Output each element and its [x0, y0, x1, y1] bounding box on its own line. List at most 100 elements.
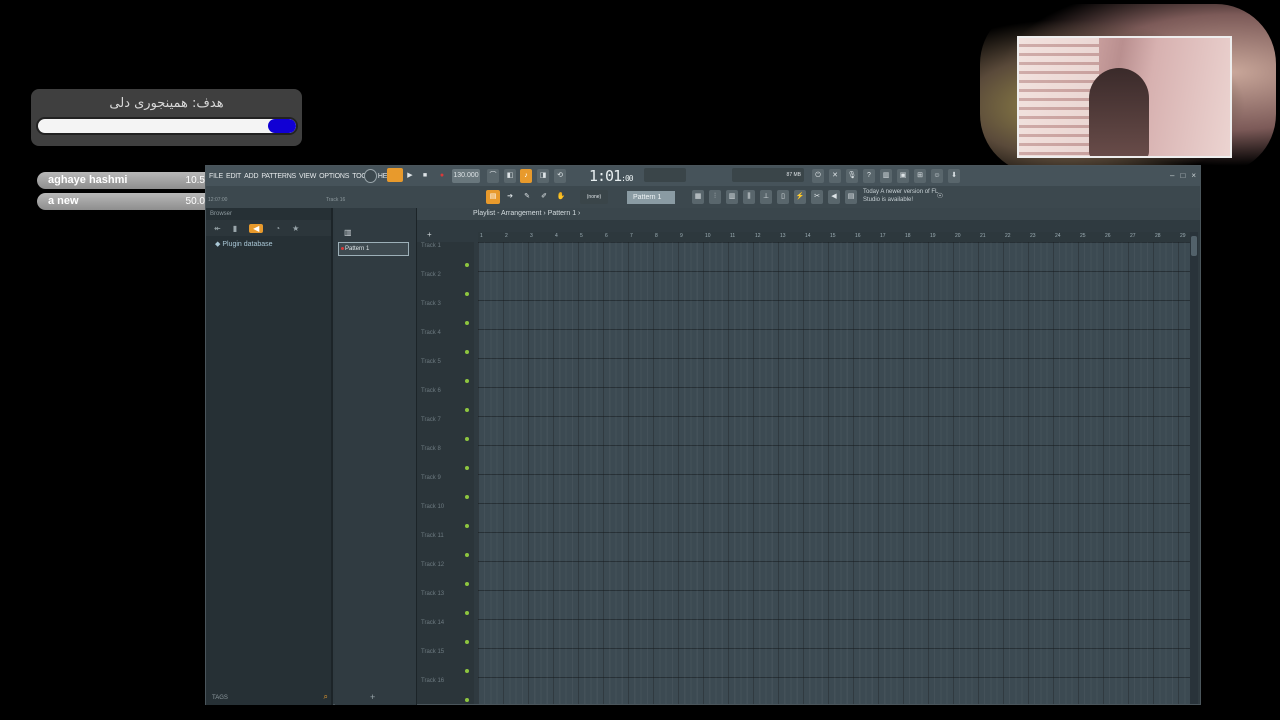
track-label[interactable]: Track 14 [421, 620, 444, 626]
clock-icon[interactable]: ◔ [275, 224, 280, 233]
pattern-list-item[interactable]: Pattern 1 [338, 242, 409, 256]
stamp-icon[interactable]: ✋ [554, 190, 568, 204]
track-label[interactable]: Track 12 [421, 562, 444, 568]
ruler-bar-number: 20 [955, 233, 961, 239]
pattern-selector[interactable]: Pattern 1 [627, 191, 675, 204]
record-icon[interactable]: ● [437, 169, 447, 183]
online-icon[interactable]: ⏻ [812, 169, 824, 183]
track-label[interactable]: Track 8 [421, 446, 441, 452]
menu-file[interactable]: FILE [209, 173, 223, 180]
chat-icon[interactable]: ☺ [931, 169, 943, 183]
sliders-icon[interactable]: ⫼ [743, 190, 755, 204]
ruler-bar-number: 6 [605, 233, 608, 239]
track-label[interactable]: Track 5 [421, 359, 441, 365]
render-icon[interactable]: ▤ [845, 190, 857, 204]
eq-icon[interactable]: ⊥ [760, 190, 772, 204]
track-mute-led[interactable] [465, 263, 469, 267]
news-icon[interactable]: ☉ [934, 190, 946, 204]
track-label[interactable]: Track 1 [421, 243, 441, 249]
track-label[interactable]: Track 4 [421, 330, 441, 336]
plug-icon[interactable]: ⚡ [794, 190, 806, 204]
back-icon[interactable]: ↞ [214, 224, 221, 233]
speaker-icon[interactable]: ◀ [828, 190, 840, 204]
pencil-icon[interactable]: ✐ [537, 190, 551, 204]
play-icon[interactable]: ▶ [405, 169, 415, 183]
donor-row: aghaye hashmi 10.5 [37, 172, 205, 189]
track-label[interactable]: Track 9 [421, 475, 441, 481]
add-track-icon[interactable]: + [427, 230, 432, 239]
track-mute-led[interactable] [465, 495, 469, 499]
track-mute-led[interactable] [465, 698, 469, 702]
track-mute-led[interactable] [465, 321, 469, 325]
track-label[interactable]: Track 6 [421, 388, 441, 394]
fl-logo-icon[interactable]: ✕ [829, 169, 841, 183]
track-label[interactable]: Track 2 [421, 272, 441, 278]
hint-panel [644, 168, 686, 182]
star-icon[interactable]: ★ [292, 224, 299, 233]
view-icon[interactable]: ▦ [692, 190, 704, 204]
track-label[interactable]: Track 15 [421, 649, 444, 655]
track-mute-led[interactable] [465, 408, 469, 412]
wait-input-icon[interactable]: ◧ [504, 169, 516, 183]
menu-options[interactable]: OPTIONS [319, 173, 349, 180]
browser-item-plugin-database[interactable]: ◆ Plugin database [215, 240, 331, 248]
cut-icon[interactable]: ✂ [811, 190, 823, 204]
track-label[interactable]: Track 7 [421, 417, 441, 423]
track-mute-led[interactable] [465, 292, 469, 296]
stop-icon[interactable]: ■ [420, 169, 430, 183]
track-label[interactable]: Track 3 [421, 301, 441, 307]
track-label[interactable]: Track 13 [421, 591, 444, 597]
track-mute-led[interactable] [465, 611, 469, 615]
close-icon[interactable]: × [1191, 171, 1196, 180]
channel-rack-icon[interactable]: ▥ [726, 190, 738, 204]
help-icon[interactable]: ? [863, 169, 875, 183]
track-mute-led[interactable] [465, 466, 469, 470]
search-icon[interactable]: ⌕ [324, 692, 328, 702]
arrow-right-icon[interactable]: ➔ [503, 190, 517, 204]
menu-patterns[interactable]: PATTERNS [261, 173, 296, 180]
piano-icon[interactable]: ▥ [880, 169, 892, 183]
countdown-icon[interactable]: ♪ [520, 169, 532, 183]
mic-icon[interactable]: 🎙 [846, 169, 858, 183]
news-panel[interactable]: Today A newer version of FL Studio is av… [863, 188, 941, 204]
picker-icon[interactable]: ▥ [344, 228, 352, 237]
brush-icon[interactable]: ✎ [520, 190, 534, 204]
snap-selector[interactable]: (none) [580, 190, 608, 204]
download-icon[interactable]: ⬇ [948, 169, 960, 183]
track-label[interactable]: Track 11 [421, 533, 444, 539]
tags-label[interactable]: TAGS [212, 695, 228, 701]
master-volume-knob[interactable] [364, 169, 377, 183]
track-mute-led[interactable] [465, 379, 469, 383]
track-mute-led[interactable] [465, 524, 469, 528]
folder-icon[interactable]: ▮ [233, 224, 237, 233]
track-mute-led[interactable] [465, 553, 469, 557]
menu-view[interactable]: VIEW [299, 173, 316, 180]
loop-record-icon[interactable]: ⟲ [554, 169, 566, 183]
step-edit-icon[interactable]: ◨ [537, 169, 549, 183]
add-pattern-icon[interactable]: + [370, 692, 375, 702]
playlist-icon[interactable]: ▤ [486, 190, 500, 204]
pattern-song-toggle[interactable] [387, 168, 403, 182]
menu-add[interactable]: ADD [244, 173, 258, 180]
track-mute-led[interactable] [465, 350, 469, 354]
track-label[interactable]: Track 16 [421, 678, 444, 684]
maximize-icon[interactable]: □ [1180, 171, 1185, 180]
save-icon[interactable]: ▣ [897, 169, 909, 183]
track-mute-led[interactable] [465, 669, 469, 673]
track-mute-led[interactable] [465, 582, 469, 586]
menu-edit[interactable]: EDIT [226, 173, 241, 180]
tempo-display[interactable]: 130.000 [452, 169, 480, 183]
metronome-icon[interactable]: ⌒ [487, 169, 499, 183]
browser-item-label: Plugin database [222, 241, 273, 248]
playlist-grid[interactable] [478, 242, 1190, 704]
mixer2-icon[interactable]: ⫶ [709, 190, 721, 204]
minimize-icon[interactable]: – [1170, 171, 1174, 180]
plugin-tab-icon[interactable]: ◀ [249, 223, 264, 233]
file-icon[interactable]: ▯ [777, 190, 789, 204]
vertical-scrollbar[interactable] [1190, 232, 1198, 704]
track-mute-led[interactable] [465, 437, 469, 441]
track-mute-led[interactable] [465, 640, 469, 644]
timeline-ruler[interactable]: 1 2 3 4 5 6 7 8 9 10 11 12 13 14 15 16 17 18 19 20 21 22 23 24 2… [478, 232, 1192, 242]
track-label[interactable]: Track 10 [421, 504, 444, 510]
mixer-icon[interactable]: ⊞ [914, 169, 926, 183]
